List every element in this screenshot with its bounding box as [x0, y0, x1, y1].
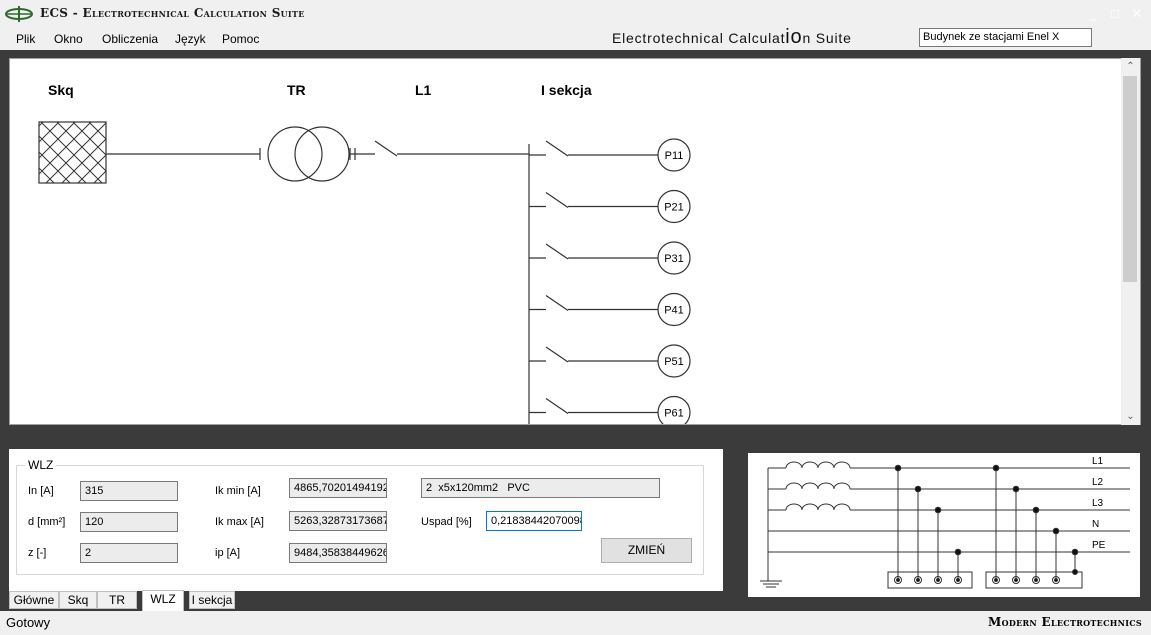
line-label-l1: L1	[1092, 456, 1104, 467]
menu-plik[interactable]: Plik	[16, 32, 35, 46]
single-line-diagram[interactable]: Skq TR L1 I sekcja P11 P21 P31 P41 P51 P61	[9, 58, 1141, 425]
output-label-p51: P51	[664, 356, 684, 368]
in-field[interactable]: 315	[80, 481, 178, 501]
menu-okno[interactable]: Okno	[54, 32, 83, 46]
diagram-drawing: P11 P21 P31 P41 P51 P61	[38, 121, 691, 424]
output-label-p21: P21	[664, 202, 684, 214]
brand-text-1: Electrotechnical Calculat	[612, 30, 786, 46]
menu-obliczenia[interactable]: Obliczenia	[102, 32, 158, 46]
z-field[interactable]: 2	[80, 543, 178, 563]
scroll-up-icon[interactable]: ⌃	[1121, 58, 1140, 75]
ip-label: ip [A]	[215, 547, 241, 559]
project-name-field[interactable]: Budynek ze stacjami Enel X	[919, 28, 1092, 47]
cable-type-field[interactable]: 2 x5x120mm2 PVC	[421, 478, 660, 498]
tab-glowne[interactable]: Główne	[9, 591, 59, 609]
menu-jezyk[interactable]: Język	[175, 32, 206, 46]
diagram-vertical-scrollbar[interactable]: ⌃ ⌄	[1121, 58, 1140, 425]
in-label: In [A]	[28, 485, 54, 497]
output-label-p11: P11	[665, 150, 684, 162]
close-button[interactable]: ✕	[1128, 5, 1146, 23]
z-label: z [-]	[28, 547, 47, 559]
ikmin-label: Ik min [A]	[215, 485, 261, 497]
menu-pomoc[interactable]: Pomoc	[222, 32, 259, 46]
output-label-p61: P61	[664, 408, 684, 420]
uspad-field[interactable]: 0,21838442070098	[486, 511, 582, 531]
tn-s-network-schematic: L1 L2 L3 N PE	[748, 453, 1140, 597]
line-label-l2: L2	[1092, 477, 1104, 488]
tab-skq[interactable]: Skq	[59, 591, 97, 609]
ikmin-field[interactable]: 4865,70201494192	[289, 478, 387, 498]
change-button[interactable]: ZMIEŃ	[601, 538, 692, 563]
output-label-p41: P41	[664, 305, 684, 317]
network-drawing: L1 L2 L3 N PE	[760, 456, 1130, 589]
maximize-button[interactable]: □	[1106, 5, 1124, 23]
tab-tr[interactable]: TR	[97, 591, 137, 609]
status-brand: Modern Electrotechnics	[987, 615, 1142, 629]
tab-wlz[interactable]: WLZ	[142, 590, 184, 611]
line-label-pe: PE	[1092, 540, 1106, 551]
wlz-group-title: WLZ	[25, 458, 57, 472]
title-bar: ECS - Electrotechnical Calculation Suite…	[0, 0, 1151, 29]
d-label: d [mm²]	[28, 516, 66, 528]
uspad-label: Uspad [%]	[421, 516, 472, 528]
grid-source-symbol	[38, 121, 107, 184]
scroll-down-icon[interactable]: ⌄	[1121, 408, 1140, 425]
ip-field[interactable]: 9484,35838449626	[289, 543, 387, 563]
dark-separator	[0, 50, 1151, 58]
suite-brand: Electrotechnical Calculation Suite	[612, 27, 852, 47]
l1-breaker-symbol	[374, 140, 398, 157]
tab-i-sekcja[interactable]: I sekcja	[189, 591, 235, 609]
status-bar: Gotowy Modern Electrotechnics	[0, 611, 1151, 635]
line-label-n: N	[1092, 519, 1099, 530]
line-label-l3: L3	[1092, 498, 1104, 509]
scroll-thumb[interactable]	[1123, 76, 1137, 282]
status-text: Gotowy	[6, 615, 51, 630]
brand-text-2: io	[785, 26, 803, 48]
d-field[interactable]: 120	[80, 512, 178, 532]
output-label-p31: P31	[664, 253, 684, 265]
dark-margin-left	[0, 58, 9, 425]
ikmax-label: Ik max [A]	[215, 516, 264, 528]
ikmax-field[interactable]: 5263,32873173687	[289, 511, 387, 531]
brand-text-3: n Suite	[802, 30, 852, 46]
dark-margin-right	[1141, 58, 1151, 425]
minimize-button[interactable]: _	[1084, 5, 1102, 23]
app-logo-icon	[5, 6, 33, 22]
app-title: ECS - Electrotechnical Calculation Suite	[40, 6, 305, 20]
